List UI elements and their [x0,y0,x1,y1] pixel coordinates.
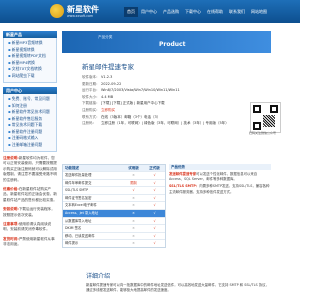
table-row: 邮件年审邮件提交 限制 √ [63,178,165,187]
info-row: 注册购买： 立即购买 [82,107,115,114]
table-row: DKIM 签名 × √ [63,224,165,232]
table-header: 功能描述 试用版 正式版 [63,165,165,171]
table-row: SSL/TLS SMTP √ √ [63,186,165,194]
table-row: 移动、已读发送邮件 × √ [63,231,165,240]
description-paragraph: 安装说明:下载后运行安装程序，按照提示依次安装。 [3,207,55,217]
site-logo[interactable]: 新星软件 www.xxsoft.com [50,3,99,20]
info-row: 下载链接： [下载] [下载] 正式版 | 新星用户中心下载 [82,100,165,107]
description-paragraph: 注册说明:新星软件均为软件，您可以正常安装使用，只需要按照提示购买正版注册码就可… [3,156,57,182]
top-header: 新星软件 www.xxsoft.com 首页 用户中心 产品选购 下载中心 在线… [0,0,300,23]
detail-text: 新星邮件提速专家可以向一批数据库中的邮件地址发送信件，可以高效地发送大量邮件，它… [86,283,269,293]
table-row: 文本转Excel电子邮件 × √ [63,201,165,209]
product-title: 新星邮件提速专家 [82,63,134,71]
info-row: 更新日期： 2022-09-22 [82,81,122,86]
sidebar-user-heading: 用户中心 [3,87,57,94]
table-row: 邮件提示 × √ [63,239,165,247]
product-advantages: 产品优势 发送邮件提速专家可以发送个性化邮件，数据信息可以来自 Access、S… [169,164,271,195]
nav-user-center[interactable]: 用户中心 [138,7,160,17]
nav-sitemap[interactable]: 网站地图 [248,7,270,17]
advantage-paragraph: SSL/TLS SMTP：内置多种SMTP发送，支持SSL/TLS，兼容各种主流… [169,184,270,194]
table-row: 邮件证书签名加密 × √ [63,193,165,202]
logo-emblem-icon [50,4,64,18]
advantage-paragraph: 发送邮件提速专家可以发送个性化邮件，数据信息可以来自 Access、SQL Se… [169,172,258,182]
table-row: 从数据库导入地址 × √ [63,216,165,225]
sidebar-user-list: 免费、账号、常见问题 如何注册 新星软件常见技术问题 新星软件售后服务 常见技术… [3,94,57,152]
sidebar-descriptions: 注册说明:新星软件均为软件，您可以正常安装使用，只需要按照提示购买正版注册码就可… [3,156,57,248]
description-paragraph: 发货时间:严禁使用新星软件从事非法用途。 [3,236,55,247]
description-paragraph: 优惠价格:在新星软件站购买产品，新星软件站的正版会优惠，新星软件站产品的售价都比… [3,187,57,202]
sidebar-user-link[interactable]: 注册邮箱注册问题 [8,142,54,149]
info-row: 运行平台： Win8/7/2003/Vista/Win7/Win10/Win11/… [82,88,180,93]
info-row: 软件版本： V1.2.3 [82,75,113,79]
banner-product-label: Product [159,41,186,48]
nav-contact[interactable]: 联系我们 [226,7,248,17]
sidebar-products-list: 新星MP3音频转换 新星视频转换 新星视频转PDF文档 新星MP4转换 文档TX… [3,38,57,83]
download-links[interactable]: [下载] [下载] 正式版 | 新星用户中心下载 [101,100,165,107]
brand-domain: www.xxsoft.com [67,14,94,18]
main-nav: 首页 用户中心 产品选购 下载中心 在线帮助 联系我们 网站地图 [124,7,270,17]
main-content: 产品分类 Product 新星邮件提速专家 软件版本： V1.2.3 更新日期： 2… [62,31,271,127]
nav-product-select[interactable]: 产品选购 [160,7,182,17]
product-banner: 产品分类 Product [62,31,271,53]
left-sidebar: 新星产品 新星MP3音频转换 新星视频转换 新星视频转PDF文档 新星MP4转换… [3,31,57,252]
info-row: 注册码： 立即注册（1年，可联网）| 绿色版（3年，可联网）| 技术（3年）| 专… [82,121,229,126]
feature-compare-table: 功能描述 试用版 正式版 发送邮件批量处理 × √ 邮件年审邮件提交 限制 √ SSL/… [62,164,166,248]
info-row: 软件大小： 4.4 MB [82,94,114,99]
sidebar-products-heading: 新星产品 [3,31,57,38]
advantages-heading: 产品优势 [169,164,271,170]
table-row-highlighted: Access、Jet 录入地址 × √ [63,208,165,217]
info-row: 联系方式： 在线（3版本）邮箱（3个）电话（3） [82,114,161,119]
qr-code-icon [250,102,281,133]
banner-category: 产品分类 [98,35,113,39]
nav-help[interactable]: 在线帮助 [204,7,226,17]
sidebar-user-link[interactable]: 新星软件常见技术问题 [8,109,54,116]
detail-heading: 详细介绍 [86,273,111,280]
description-paragraph: 注意事项:使用前请认真阅读说明，安装前请关闭杀毒软件。 [3,222,52,232]
buy-now-link[interactable]: 立即购买 [101,107,115,114]
table-row: 发送邮件批量处理 × √ [63,171,165,179]
nav-download[interactable]: 下载中心 [182,7,204,17]
sidebar-user-link[interactable]: 免费、账号、常见问题 [8,96,54,103]
nav-home[interactable]: 首页 [124,7,138,17]
qr-caption: 扫码关注微信公众号 [249,131,277,135]
product-info: 软件版本： V1.2.3 更新日期： 2022-09-22 运行平台： Win8/7/… [82,74,271,127]
sidebar-product-link[interactable]: 网站爬虫下载 [8,73,54,80]
